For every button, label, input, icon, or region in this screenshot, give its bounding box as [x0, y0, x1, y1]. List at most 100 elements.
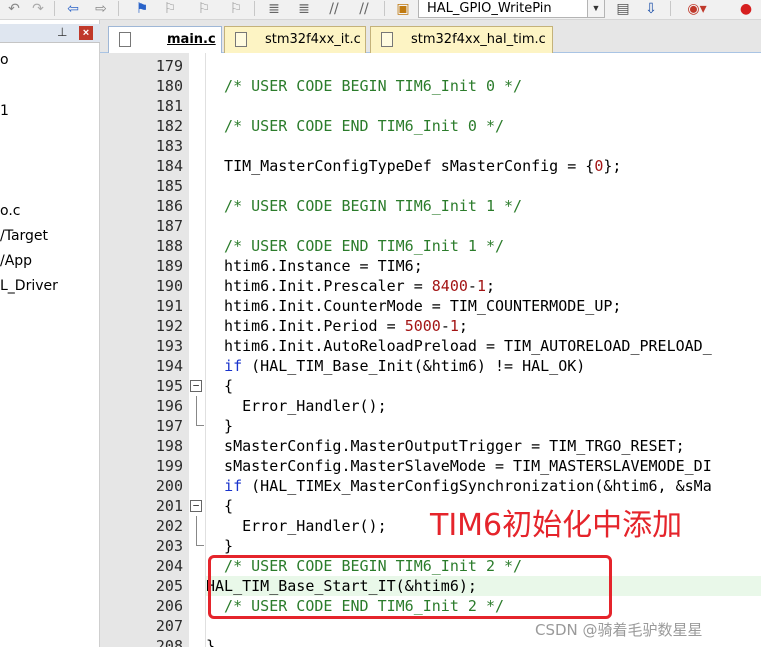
bookmark-clear-icon[interactable]: ⚐ [228, 0, 244, 17]
code-line[interactable]: 182 /* USER CODE END TIM6_Init 0 */ [100, 116, 761, 136]
tab-label: stm32f4xx_it.c [265, 32, 361, 47]
code-text[interactable]: Error_Handler(); [206, 396, 761, 416]
code-text[interactable]: } [206, 416, 761, 436]
debug-icon[interactable]: ◉▾ [682, 0, 712, 17]
code-text[interactable]: htim6.Init.Period = 5000-1; [206, 316, 761, 336]
line-number: 184 [155, 157, 183, 175]
redo-icon[interactable]: ↷ [30, 0, 46, 17]
find-in-files-icon[interactable]: ▣ [394, 0, 412, 17]
tab-main-c[interactable]: main.c [108, 26, 222, 54]
code-line[interactable]: 185 [100, 176, 761, 196]
download-icon[interactable]: ⇩ [642, 0, 660, 17]
bookmark-prev-icon[interactable]: ⚐ [162, 0, 178, 17]
code-text[interactable]: /* USER CODE BEGIN TIM6_Init 0 */ [206, 76, 761, 96]
line-number: 196 [155, 397, 183, 415]
line-number: 185 [155, 177, 183, 195]
line-number: 180 [155, 77, 183, 95]
line-number: 199 [155, 457, 183, 475]
code-line[interactable]: 179 [100, 56, 761, 76]
toolbar-separator [384, 1, 385, 16]
pin-icon[interactable]: ⊥ [57, 25, 67, 39]
close-icon[interactable]: × [79, 26, 93, 40]
bookmark-icon[interactable]: ⚑ [134, 0, 150, 17]
tab-label: main.c [167, 32, 216, 47]
line-number: 201 [155, 497, 183, 515]
code-line[interactable]: 199 sMasterConfig.MasterSlaveMode = TIM_… [100, 456, 761, 476]
code-line[interactable]: 191 htim6.Init.CounterMode = TIM_COUNTER… [100, 296, 761, 316]
code-text[interactable]: TIM_MasterConfigTypeDef sMasterConfig = … [206, 156, 761, 176]
code-text[interactable]: if (HAL_TIMEx_MasterConfigSynchronizatio… [206, 476, 761, 496]
code-line[interactable]: 200 if (HAL_TIMEx_MasterConfigSynchroniz… [100, 476, 761, 496]
fold-end-guide [196, 416, 204, 426]
code-text[interactable]: { [206, 376, 761, 396]
line-number: 181 [155, 97, 183, 115]
back-icon[interactable]: ⇦ [64, 0, 82, 17]
tree-item[interactable]: /Target [0, 228, 48, 244]
code-line[interactable]: 194 if (HAL_TIM_Base_Init(&htim6) != HAL… [100, 356, 761, 376]
line-number: 193 [155, 337, 183, 355]
toolbar-separator [254, 1, 255, 16]
code-line[interactable]: 192 htim6.Init.Period = 5000-1; [100, 316, 761, 336]
code-line[interactable]: 196 Error_Handler(); [100, 396, 761, 416]
code-line[interactable]: 184 TIM_MasterConfigTypeDef sMasterConfi… [100, 156, 761, 176]
comment-icon[interactable]: // [326, 0, 342, 17]
code-text[interactable]: htim6.Init.Prescaler = 8400-1; [206, 276, 761, 296]
code-text[interactable]: if (HAL_TIM_Base_Init(&htim6) != HAL_OK) [206, 356, 761, 376]
code-line[interactable]: 181 [100, 96, 761, 116]
tree-item[interactable]: o [0, 52, 9, 68]
code-text[interactable]: /* USER CODE END TIM6_Init 1 */ [206, 236, 761, 256]
breakpoint-icon[interactable]: ● [738, 0, 754, 17]
line-number: 206 [155, 597, 183, 615]
fold-toggle-icon[interactable]: − [190, 380, 202, 392]
line-number: 188 [155, 237, 183, 255]
line-number: 207 [155, 617, 183, 635]
code-line[interactable]: 183 [100, 136, 761, 156]
line-number: 195 [155, 377, 183, 395]
project-panel-header: ⊥ × [0, 24, 100, 43]
fold-guide [196, 516, 197, 536]
line-number: 200 [155, 477, 183, 495]
code-text[interactable]: /* USER CODE BEGIN TIM6_Init 1 */ [206, 196, 761, 216]
code-line[interactable]: 198 sMasterConfig.MasterOutputTrigger = … [100, 436, 761, 456]
line-number: 187 [155, 217, 183, 235]
uncomment-icon[interactable]: // [356, 0, 372, 17]
watermark: CSDN @骑着毛驴数星星 [535, 621, 703, 639]
forward-icon[interactable]: ⇨ [92, 0, 110, 17]
tab-stm32f4xx-it-c[interactable]: stm32f4xx_it.c [224, 26, 366, 53]
line-number: 191 [155, 297, 183, 315]
code-text[interactable]: sMasterConfig.MasterOutputTrigger = TIM_… [206, 436, 761, 456]
tree-item[interactable]: 1 [0, 103, 9, 119]
tree-item[interactable]: o.c [0, 203, 20, 219]
code-text[interactable]: htim6.Init.AutoReloadPreload = TIM_AUTOR… [206, 336, 761, 356]
unindent-icon[interactable]: ≣ [296, 0, 312, 17]
highlight-box [208, 555, 612, 619]
undo-icon[interactable]: ↶ [6, 0, 22, 17]
code-line[interactable]: 186 /* USER CODE BEGIN TIM6_Init 1 */ [100, 196, 761, 216]
code-text[interactable]: sMasterConfig.MasterSlaveMode = TIM_MAST… [206, 456, 761, 476]
code-line[interactable]: 187 [100, 216, 761, 236]
combo-dropdown-icon[interactable]: ▼ [587, 0, 604, 17]
code-text[interactable]: htim6.Init.CounterMode = TIM_COUNTERMODE… [206, 296, 761, 316]
code-line[interactable]: 195− { [100, 376, 761, 396]
tree-item[interactable]: L_Driver [0, 278, 58, 294]
code-text[interactable]: htim6.Instance = TIM6; [206, 256, 761, 276]
file-icon [381, 32, 393, 47]
tree-item[interactable]: /App [0, 253, 32, 269]
line-number: 194 [155, 357, 183, 375]
bookmark-next-icon[interactable]: ⚐ [196, 0, 212, 17]
line-number: 197 [155, 417, 183, 435]
line-number: 205 [155, 577, 183, 595]
code-line[interactable]: 188 /* USER CODE END TIM6_Init 1 */ [100, 236, 761, 256]
tab-stm32f4xx-hal-tim-c[interactable]: stm32f4xx_hal_tim.c [370, 26, 553, 53]
code-line[interactable]: 193 htim6.Init.AutoReloadPreload = TIM_A… [100, 336, 761, 356]
code-line[interactable]: 190 htim6.Init.Prescaler = 8400-1; [100, 276, 761, 296]
fold-toggle-icon[interactable]: − [190, 500, 202, 512]
code-line[interactable]: 180 /* USER CODE BEGIN TIM6_Init 0 */ [100, 76, 761, 96]
function-combo[interactable]: HAL_GPIO_WritePin ▼ [418, 0, 605, 18]
code-text[interactable]: /* USER CODE END TIM6_Init 0 */ [206, 116, 761, 136]
file-icon [119, 32, 131, 47]
code-line[interactable]: 197 } [100, 416, 761, 436]
indent-icon[interactable]: ≣ [266, 0, 282, 17]
config-icon[interactable]: ▤ [614, 0, 632, 17]
code-line[interactable]: 189 htim6.Instance = TIM6; [100, 256, 761, 276]
